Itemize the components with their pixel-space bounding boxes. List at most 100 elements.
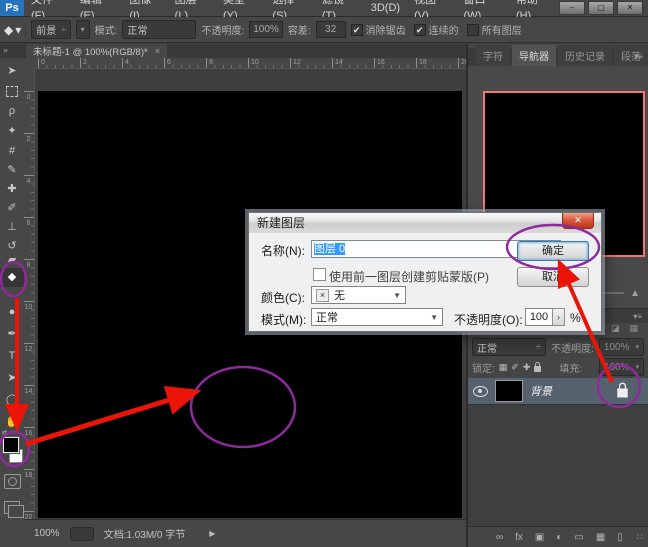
document-tab-bar: » 未标题-1 @ 100%(RGB/8)* × — [0, 44, 466, 58]
layers-opacity-select[interactable]: 100% ▾ — [598, 338, 644, 356]
fill-source-select[interactable]: 前景 ÷ — [31, 20, 71, 39]
eyedropper-tool[interactable]: ✎ — [0, 161, 24, 180]
tolerance-label: 容差: — [287, 26, 311, 37]
blend-mode-row: 正常 ÷ 不透明度: 100% ▾ — [472, 338, 644, 356]
pattern-picker[interactable]: ▾ — [75, 20, 90, 39]
maximize-button[interactable]: ▢ — [588, 1, 614, 15]
lock-label: 锁定: — [472, 363, 495, 375]
chevron-down-icon: ▾ — [635, 364, 639, 371]
ruler-number: 4 — [125, 59, 129, 66]
panel-tab[interactable]: 导航器 — [512, 45, 556, 66]
fill-label: 填充: — [559, 363, 583, 375]
brush-tool[interactable]: ✐ — [0, 199, 24, 218]
foreground-color-swatch[interactable] — [3, 437, 19, 453]
option-checkbox[interactable]: ✔ 连续的 — [413, 22, 459, 37]
zoom-in-icon[interactable]: ▲ — [630, 288, 640, 299]
clipping-mask-label: 使用前一图层创建剪贴蒙版(P) — [329, 270, 489, 284]
menu-item[interactable]: 3D(D) — [364, 0, 407, 16]
paint-bucket-tool[interactable]: ◆ — [0, 268, 24, 287]
color-select[interactable]: × 无 ▼ — [311, 286, 406, 304]
panel-mini-icon[interactable]: ◪ — [611, 323, 620, 336]
opacity-spinner[interactable]: › — [552, 308, 565, 326]
name-label: 名称(N): — [261, 244, 305, 258]
layer-thumbnail[interactable] — [495, 380, 523, 402]
pen-tool[interactable]: ✒ — [0, 325, 24, 344]
panel-mini-icon[interactable]: ▦ — [629, 323, 638, 336]
opacity-value[interactable]: 100% — [249, 21, 283, 38]
checkbox-label: 消除锯齿 — [365, 26, 406, 37]
option-checkbox[interactable]: ✔ 消除锯齿 — [350, 22, 406, 37]
screen-mode-button[interactable] — [4, 501, 24, 518]
mode-value: 正常 — [127, 26, 148, 37]
opacity-label: 不透明度: — [201, 26, 245, 37]
status-options-icon[interactable] — [69, 526, 94, 541]
clipping-mask-checkbox[interactable] — [313, 268, 326, 281]
panel-tab[interactable]: 字符 — [476, 45, 510, 66]
layer-row-background[interactable]: 背景 — [468, 378, 648, 404]
ruler-number: 2 — [26, 136, 31, 143]
adjustment-layer-icon[interactable]: ◐ — [556, 532, 562, 543]
ruler-number: 14 — [335, 59, 343, 66]
default-colors-icon[interactable]: ⇄ — [2, 429, 22, 437]
dialog-title: 新建图层 — [249, 213, 601, 233]
document-size-info: 文档:1.03M/0 字节 — [103, 530, 186, 541]
lock-option-icon[interactable]: ▦ — [499, 362, 508, 373]
layers-opacity-label: 不透明度: — [551, 343, 594, 355]
panel-menu-icon[interactable]: ▾≡ — [633, 312, 642, 321]
document-tab[interactable]: 未标题-1 @ 100%(RGB/8)* × — [26, 44, 168, 58]
close-tab-icon[interactable]: × — [155, 46, 161, 57]
quick-mask-button[interactable] — [4, 474, 21, 489]
zoom-level-field[interactable]: 100% — [34, 528, 60, 539]
panel-tab-bar: 字符 导航器 历史记录 段落 — [468, 45, 648, 66]
delete-layer-icon[interactable]: ▯ — [617, 532, 623, 543]
fill-select[interactable]: 100% ▾ — [598, 358, 644, 376]
healing-brush-tool[interactable]: ✚ — [0, 180, 24, 199]
layer-visibility-eye-icon[interactable] — [473, 385, 488, 397]
tolerance-input[interactable]: 32 — [315, 21, 346, 38]
status-expand-icon[interactable]: ▶ — [209, 529, 215, 538]
dialog-mode-select[interactable]: 正常 ▼ — [311, 308, 443, 326]
status-bar: 100% 文档:1.03M/0 字节 ▶ — [24, 519, 466, 547]
layer-lock-icon[interactable] — [617, 382, 628, 398]
cancel-button[interactable]: 取消 — [517, 267, 589, 287]
new-layer-icon[interactable]: ▦ — [596, 532, 605, 543]
panel-tab[interactable]: 历史记录 — [558, 45, 612, 66]
path-select-tool[interactable]: ➤ — [0, 369, 24, 388]
link-layers-icon[interactable]: ∞ — [496, 532, 503, 543]
blur-tool[interactable]: ● — [0, 303, 24, 322]
layer-mask-icon[interactable]: ▣ — [535, 532, 544, 543]
layer-style-icon[interactable]: fx — [515, 532, 523, 543]
ruler-number: 2 — [83, 59, 87, 66]
ruler-number: 16 — [377, 59, 385, 66]
magic-wand-tool[interactable]: ✦ — [0, 122, 24, 141]
layer-group-icon[interactable]: ▭ — [574, 532, 583, 543]
lock-option-icon[interactable]: ✐ — [511, 362, 519, 373]
panel-menu-icon[interactable]: ▾≡ — [634, 52, 643, 61]
layer-name[interactable]: 背景 — [530, 383, 552, 399]
active-tool-badge[interactable]: ◆ ▾ — [4, 22, 27, 37]
type-tool[interactable]: T — [0, 347, 24, 366]
crop-tool[interactable]: # — [0, 142, 24, 161]
ellipse-tool[interactable]: ◯ — [0, 391, 24, 410]
ok-button[interactable]: 确定 — [517, 241, 589, 261]
no-color-icon: × — [316, 288, 329, 302]
option-checkbox[interactable]: 所有图层 — [466, 22, 522, 37]
dialog-opacity-input[interactable]: 100 — [525, 308, 553, 326]
mode-select[interactable]: 正常 — [122, 20, 197, 39]
close-button[interactable]: ✕ — [617, 1, 643, 15]
minimize-button[interactable]: ‒ — [559, 1, 585, 15]
dialog-close-button[interactable]: ✕ — [562, 213, 594, 229]
blend-mode-select[interactable]: 正常 ÷ — [472, 338, 547, 356]
resize-grip-icon[interactable]: ∷ — [637, 532, 643, 543]
clone-stamp-tool[interactable]: ⊥ — [0, 218, 24, 237]
window-controls: ‒ ▢ ✕ — [559, 1, 648, 15]
layers-bottom-toolbar: ∞ fx ▣ ◐ ▭ ▦ ▯ — [468, 526, 648, 547]
move-tool[interactable]: ➤ — [0, 62, 24, 81]
color-swatches — [2, 437, 24, 463]
chevron-down-icon: ▼ — [393, 290, 401, 300]
lock-all-icon[interactable] — [534, 362, 542, 372]
collapse-panels-icon[interactable]: » — [3, 45, 8, 55]
lock-option-icon[interactable]: ✚ — [523, 362, 531, 373]
vertical-ruler: 0 2 4 6 8 10 12 14 16 18 20 — [24, 68, 35, 521]
lasso-tool[interactable]: ρ — [0, 102, 24, 121]
